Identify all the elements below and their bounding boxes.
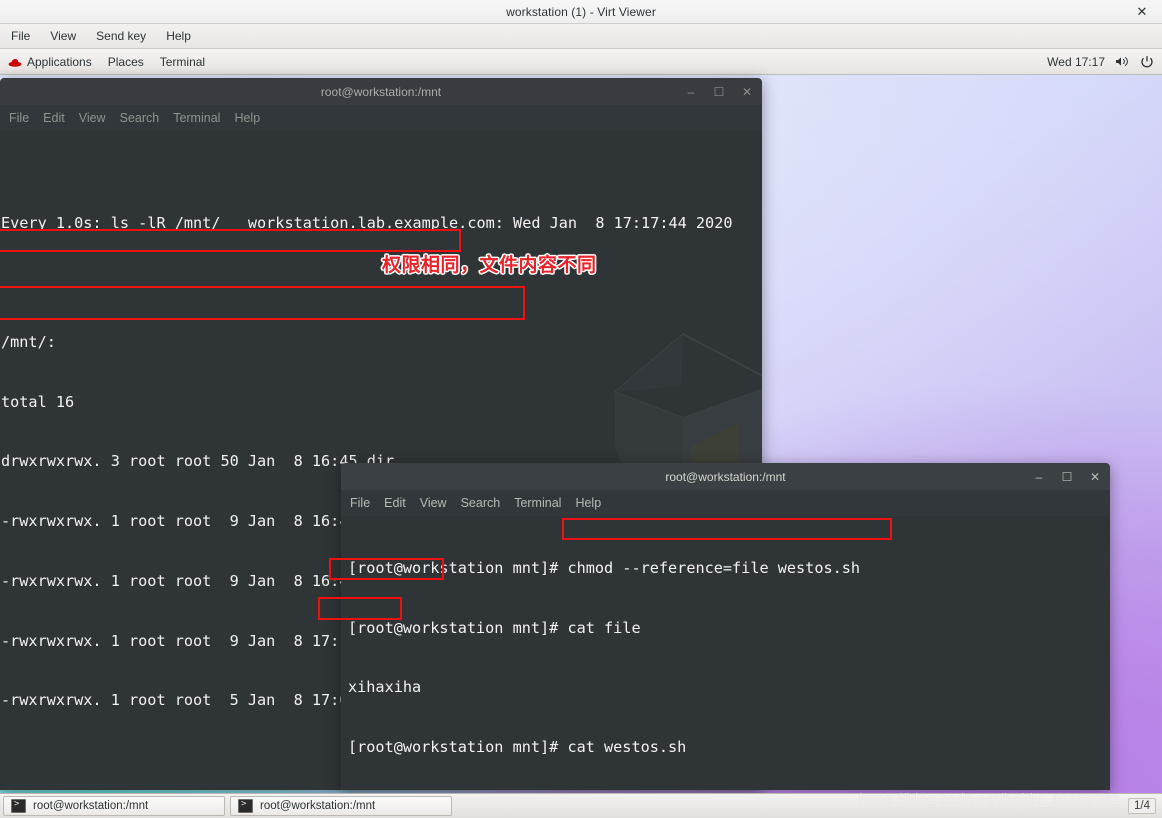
panel-item-applications[interactable]: Applications bbox=[8, 55, 92, 69]
terminal-back-line: /mnt/: bbox=[1, 333, 56, 352]
bottom-taskbar: root@workstation:/mnt root@workstation:/… bbox=[0, 793, 1162, 818]
gnome-top-panel: Applications Places Terminal Wed 17:17 bbox=[0, 49, 1162, 75]
terminal-menu-edit[interactable]: Edit bbox=[384, 496, 406, 510]
terminal-back-line: total 16 bbox=[1, 392, 75, 411]
terminal-icon bbox=[238, 799, 253, 813]
terminal-menu-help[interactable]: Help bbox=[575, 496, 601, 510]
taskbar-item-label: root@workstation:/mnt bbox=[260, 800, 376, 812]
screen-root: workstation (1) - Virt Viewer ✕ File Vie… bbox=[0, 0, 1162, 818]
volume-icon[interactable] bbox=[1115, 55, 1130, 68]
menu-item-file[interactable]: File bbox=[8, 27, 33, 45]
taskbar-item-terminal-2[interactable]: root@workstation:/mnt bbox=[230, 796, 452, 816]
minimize-icon[interactable]: – bbox=[684, 86, 698, 98]
terminal-back-menubar: File Edit View Search Terminal Help bbox=[0, 105, 762, 131]
terminal-front-body[interactable]: [root@workstation mnt]# chmod --referenc… bbox=[341, 516, 1110, 790]
chinese-annotation: 权限相同，文件内容不同 bbox=[382, 254, 597, 276]
terminal-back-line: Every 1.0s: ls -lR /mnt/ workstation.lab… bbox=[1, 213, 733, 232]
terminal-front-line: [root@workstation mnt]# cat westos.sh bbox=[348, 737, 687, 756]
close-icon[interactable]: ✕ bbox=[1088, 471, 1102, 483]
menu-item-help[interactable]: Help bbox=[163, 27, 194, 45]
close-icon[interactable]: ✕ bbox=[740, 86, 754, 98]
menu-item-send-key[interactable]: Send key bbox=[93, 27, 149, 45]
maximize-icon[interactable]: ☐ bbox=[1060, 471, 1074, 483]
terminal-menu-terminal[interactable]: Terminal bbox=[514, 496, 561, 510]
panel-label-terminal: Terminal bbox=[159, 54, 206, 69]
terminal-icon bbox=[11, 799, 26, 813]
redhat-logo-icon bbox=[8, 56, 22, 68]
terminal-front-titlebar: root@workstation:/mnt – ☐ ✕ bbox=[341, 463, 1110, 490]
terminal-menu-search[interactable]: Search bbox=[120, 111, 160, 125]
minimize-icon[interactable]: – bbox=[1032, 471, 1046, 483]
workspace-page-indicator[interactable]: 1/4 bbox=[1128, 798, 1156, 814]
taskbar-item-label: root@workstation:/mnt bbox=[33, 800, 149, 812]
terminal-front-line: [root@workstation mnt]# cat file bbox=[348, 618, 641, 637]
terminal-menu-view[interactable]: View bbox=[420, 496, 447, 510]
terminal-window-foreground[interactable]: root@workstation:/mnt – ☐ ✕ File Edit Vi… bbox=[341, 463, 1110, 790]
panel-item-places[interactable]: Places bbox=[108, 55, 144, 69]
terminal-menu-terminal[interactable]: Terminal bbox=[173, 111, 220, 125]
terminal-front-menubar: File Edit View Search Terminal Help bbox=[341, 490, 1110, 516]
panel-item-terminal[interactable]: Terminal bbox=[160, 55, 205, 69]
terminal-menu-file[interactable]: File bbox=[9, 111, 29, 125]
menu-item-view[interactable]: View bbox=[47, 27, 79, 45]
terminal-menu-search[interactable]: Search bbox=[461, 496, 501, 510]
terminal-back-title: root@workstation:/mnt bbox=[320, 84, 442, 99]
maximize-icon[interactable]: ☐ bbox=[712, 86, 726, 98]
panel-clock[interactable]: Wed 17:17 bbox=[1047, 55, 1105, 69]
terminal-front-line: xihaxiha bbox=[348, 678, 422, 697]
taskbar-item-terminal-1[interactable]: root@workstation:/mnt bbox=[3, 796, 225, 816]
panel-label-applications: Applications bbox=[27, 54, 92, 69]
virt-viewer-title: workstation (1) - Virt Viewer bbox=[506, 4, 656, 19]
terminal-front-line: [root@workstation mnt]# chmod --referenc… bbox=[348, 558, 861, 577]
terminal-menu-help[interactable]: Help bbox=[234, 111, 260, 125]
panel-label-places: Places bbox=[107, 54, 144, 69]
terminal-back-titlebar: root@workstation:/mnt – ☐ ✕ bbox=[0, 78, 762, 105]
terminal-front-title: root@workstation:/mnt bbox=[665, 469, 786, 484]
terminal-menu-view[interactable]: View bbox=[79, 111, 106, 125]
power-icon[interactable] bbox=[1140, 55, 1154, 69]
virt-viewer-titlebar: workstation (1) - Virt Viewer ✕ bbox=[0, 0, 1162, 24]
terminal-menu-file[interactable]: File bbox=[350, 496, 370, 510]
virt-viewer-menubar: File View Send key Help bbox=[0, 24, 1162, 49]
terminal-menu-edit[interactable]: Edit bbox=[43, 111, 65, 125]
close-icon[interactable]: ✕ bbox=[1132, 2, 1152, 22]
